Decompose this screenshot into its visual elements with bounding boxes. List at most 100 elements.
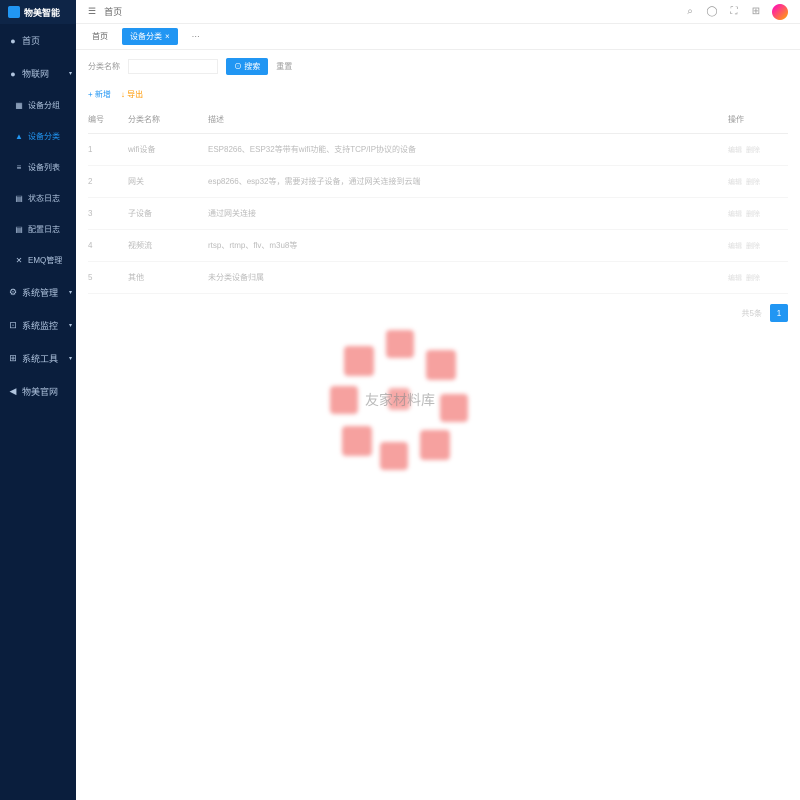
nav-label: 系统管理: [22, 286, 58, 299]
layout-icon[interactable]: ⊞: [750, 6, 762, 18]
cell-name: wifi设备: [128, 144, 208, 155]
action-编辑[interactable]: 编辑: [728, 145, 742, 155]
app-name: 物美智能: [24, 6, 60, 19]
nav-icon: ▤: [14, 225, 24, 235]
tab-label: 首页: [92, 31, 108, 42]
cell-id: 1: [88, 145, 128, 154]
main-area: ☰ 首页 ⌕ ◯ ⛶ ⊞ 首页设备分类×··· 分类名称 ⊙ 搜索 重置 + 新…: [76, 0, 800, 800]
export-button[interactable]: ↓ 导出: [121, 89, 143, 100]
cell-name: 子设备: [128, 208, 208, 219]
search-icon[interactable]: ⌕: [684, 6, 696, 18]
nav-label: 系统监控: [22, 319, 58, 332]
tab-label: 设备分类: [130, 31, 162, 42]
cell-desc: 通过网关连接: [208, 208, 728, 219]
add-button[interactable]: + 新增: [88, 89, 111, 100]
search-button[interactable]: ⊙ 搜索: [226, 58, 268, 75]
nav-icon: ◀: [8, 387, 18, 397]
chevron-down-icon: ▾: [69, 355, 72, 362]
table-row: 5其他未分类设备归属编辑删除: [88, 262, 788, 294]
cell-name: 视频流: [128, 240, 208, 251]
nav-label: EMQ管理: [28, 255, 62, 266]
breadcrumb-text: 首页: [104, 5, 122, 18]
sidebar-item-设备分组[interactable]: ▦ 设备分组: [0, 90, 76, 121]
action-删除[interactable]: 删除: [746, 177, 760, 187]
nav-label: 配置日志: [28, 224, 60, 235]
cell-desc: esp8266、esp32等，需要对接子设备，通过网关连接到云端: [208, 176, 728, 187]
action-删除[interactable]: 删除: [746, 209, 760, 219]
logo-icon: [8, 6, 20, 18]
chevron-down-icon: ▾: [69, 322, 72, 329]
nav-label: 首页: [22, 34, 40, 47]
nav-label: 物美官网: [22, 385, 58, 398]
nav-icon: ⚙: [8, 288, 18, 298]
table-row: 4视频流rtsp、rtmp、flv、m3u8等编辑删除: [88, 230, 788, 262]
fullscreen-icon[interactable]: ⛶: [728, 6, 740, 18]
column-header: 分类名称: [128, 114, 208, 125]
cell-id: 5: [88, 273, 128, 282]
nav-icon: ▤: [14, 194, 24, 204]
nav-label: 物联网: [22, 67, 49, 80]
cell-name: 网关: [128, 176, 208, 187]
nav-label: 设备分组: [28, 100, 60, 111]
cell-id: 3: [88, 209, 128, 218]
table-row: 2网关esp8266、esp32等，需要对接子设备，通过网关连接到云端编辑删除: [88, 166, 788, 198]
nav-label: 状态日志: [28, 193, 60, 204]
tab-设备分类[interactable]: 设备分类×: [122, 28, 178, 45]
nav-label: 设备分类: [28, 131, 60, 142]
nav-icon: ✕: [14, 256, 24, 266]
search-input[interactable]: [128, 59, 218, 74]
search-bar: 分类名称 ⊙ 搜索 重置: [76, 50, 800, 83]
sidebar-item-系统工具[interactable]: ⊞ 系统工具 ▾: [0, 342, 76, 375]
sidebar-item-系统管理[interactable]: ⚙系统管理▾: [0, 276, 76, 309]
action-删除[interactable]: 删除: [746, 273, 760, 283]
topbar: ☰ 首页 ⌕ ◯ ⛶ ⊞: [76, 0, 800, 24]
cell-id: 4: [88, 241, 128, 250]
cell-desc: 未分类设备归属: [208, 272, 728, 283]
cell-desc: rtsp、rtmp、flv、m3u8等: [208, 240, 728, 251]
nav-icon: ⊞: [8, 354, 18, 364]
cell-desc: ESP8266、ESP32等带有wifi功能、支持TCP/IP协议的设备: [208, 144, 728, 155]
action-编辑[interactable]: 编辑: [728, 177, 742, 187]
sidebar: 物美智能 ●首页●物联网▾▦设备分组▲设备分类≡设备列表▤状态日志▤配置日志✕E…: [0, 0, 76, 800]
search-label: 分类名称: [88, 61, 120, 72]
action-编辑[interactable]: 编辑: [728, 241, 742, 251]
sidebar-item-系统监控[interactable]: ⊡ 系统监控 ▾: [0, 309, 76, 342]
action-删除[interactable]: 删除: [746, 241, 760, 251]
action-编辑[interactable]: 编辑: [728, 209, 742, 219]
pagination: 共5条 1: [76, 294, 800, 332]
toolbar: + 新增 ↓ 导出: [76, 83, 800, 106]
tab-···[interactable]: ···: [184, 29, 208, 44]
nav-icon: ▲: [14, 132, 24, 142]
action-删除[interactable]: 删除: [746, 145, 760, 155]
sidebar-item-状态日志[interactable]: ▤ 状态日志: [0, 183, 76, 214]
row-actions: 编辑删除: [728, 241, 788, 251]
sidebar-item-配置日志[interactable]: ▤ 配置日志: [0, 214, 76, 245]
nav-icon: ⊡: [8, 321, 18, 331]
close-icon[interactable]: ×: [165, 32, 170, 41]
nav-icon: ●: [8, 36, 18, 46]
user-avatar[interactable]: [772, 4, 788, 20]
column-header: 描述: [208, 114, 728, 125]
sidebar-item-物联网[interactable]: ●物联网▾: [0, 57, 76, 90]
tab-首页[interactable]: 首页: [84, 28, 116, 45]
page-1-button[interactable]: 1: [770, 304, 788, 322]
table-row: 3子设备通过网关连接编辑删除: [88, 198, 788, 230]
nav-icon: ▦: [14, 101, 24, 111]
row-actions: 编辑删除: [728, 209, 788, 219]
sidebar-item-物美官网[interactable]: ◀ 物美官网: [0, 375, 76, 408]
sidebar-item-首页[interactable]: ● 首页: [0, 24, 76, 57]
menu-toggle-icon[interactable]: ☰: [88, 6, 96, 17]
table-row: 1wifi设备ESP8266、ESP32等带有wifi功能、支持TCP/IP协议…: [88, 134, 788, 166]
column-header: 编号: [88, 114, 128, 125]
action-编辑[interactable]: 编辑: [728, 273, 742, 283]
breadcrumb: ☰ 首页: [88, 5, 122, 18]
sidebar-item-EMQ管理[interactable]: ✕ EMQ管理: [0, 245, 76, 276]
column-header: 操作: [728, 114, 788, 125]
chevron-down-icon: ▾: [69, 70, 72, 77]
sidebar-item-设备列表[interactable]: ≡设备列表: [0, 152, 76, 183]
nav-label: 系统工具: [22, 352, 58, 365]
sidebar-item-设备分类[interactable]: ▲ 设备分类: [0, 121, 76, 152]
reset-button[interactable]: 重置: [276, 61, 292, 72]
github-icon[interactable]: ◯: [706, 6, 718, 18]
app-logo: 物美智能: [0, 0, 76, 24]
